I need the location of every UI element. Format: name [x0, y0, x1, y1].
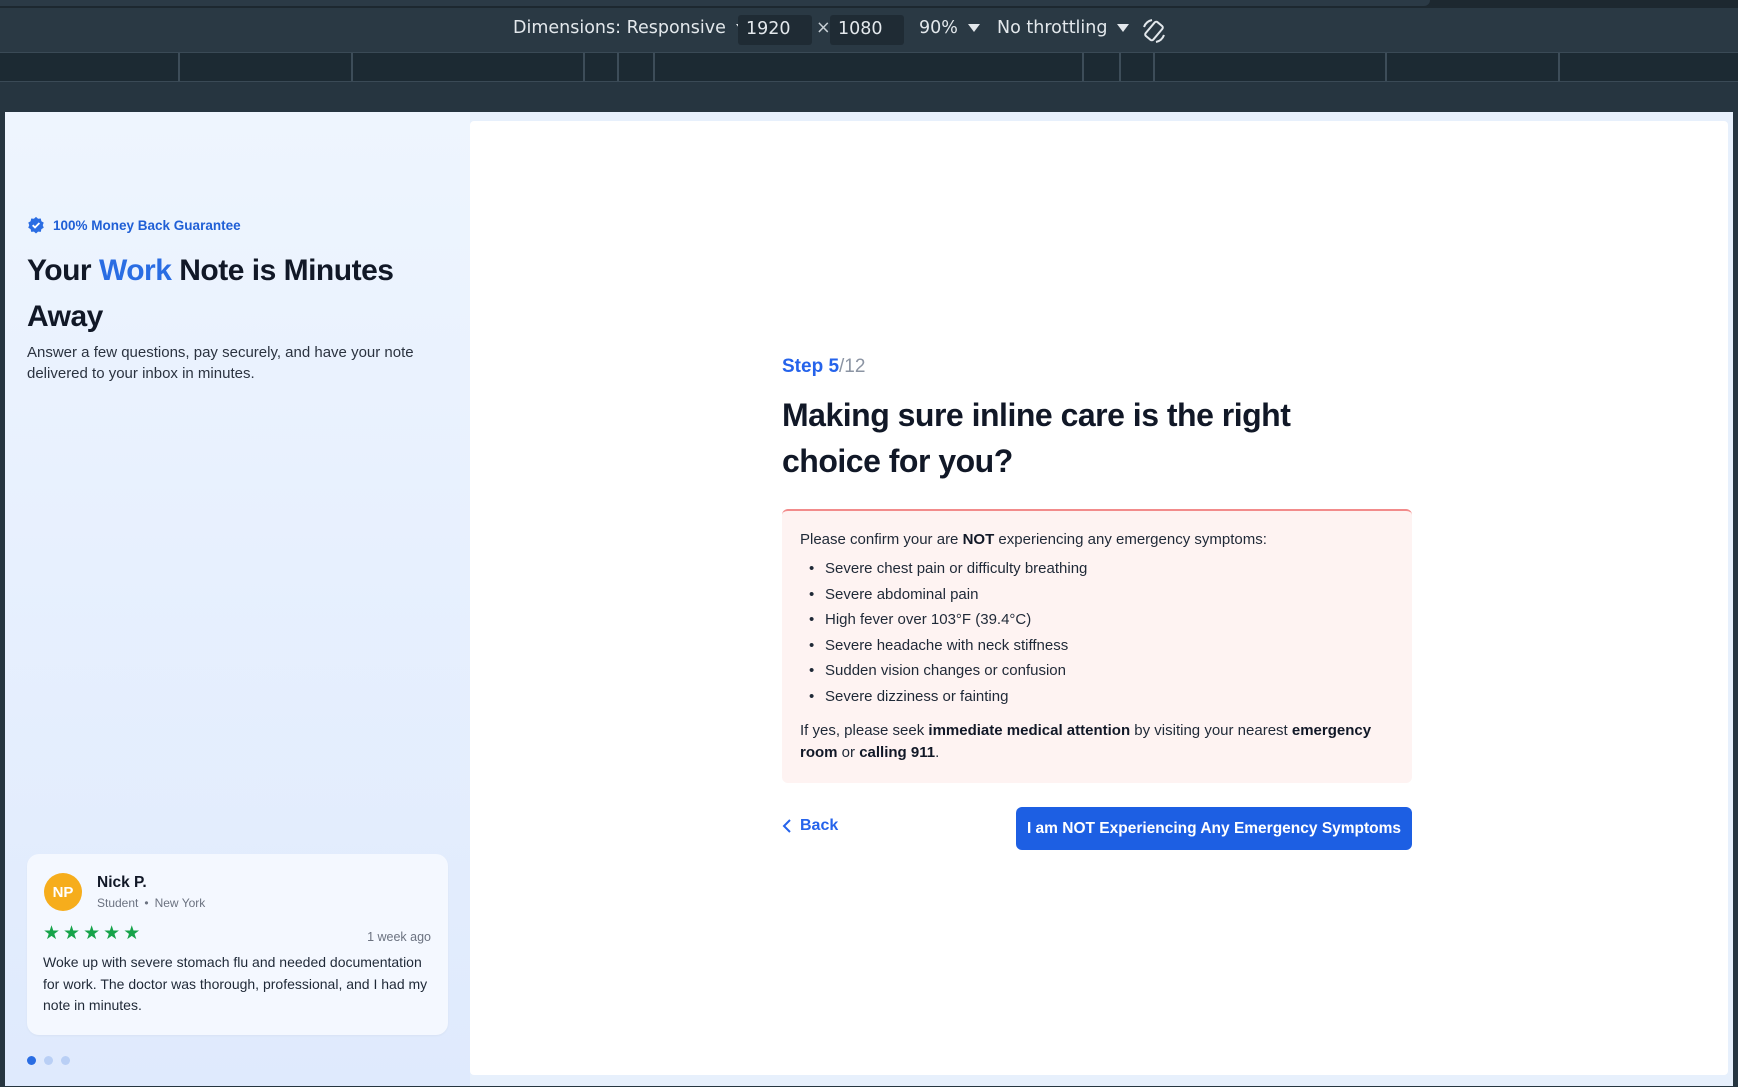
review-card: NP Nick P. Student • New York ★ ★ ★ ★ ★ 1 week…	[27, 854, 448, 1035]
step-current: 5	[828, 356, 840, 377]
verified-badge-icon	[28, 216, 44, 234]
alert-footer-bold: immediate medical attention	[928, 722, 1131, 739]
reviewer-role: Student	[97, 896, 139, 910]
alert-footer-text: or	[837, 743, 860, 761]
hero-subtitle: Answer a few questions, pay securely, an…	[27, 344, 414, 382]
symptom-item: Sudden vision changes or confusion	[800, 658, 1394, 684]
symptom-item: Severe abdominal pain	[800, 582, 1394, 608]
emergency-alert: Please confirm your are NOT experiencing…	[782, 509, 1412, 783]
reviewer-meta: Student • New York	[97, 896, 205, 910]
symptom-item: High fever over 103°F (39.4°C)	[800, 607, 1394, 633]
carousel-dot[interactable]	[27, 1056, 36, 1065]
form-panel: Step 5/12 Making sure inline care is the…	[470, 121, 1728, 1075]
star-icon: ★	[123, 923, 141, 944]
alert-intro-text: Please confirm your are	[800, 531, 963, 548]
step-indicator: Step 5/12	[782, 356, 1412, 378]
dimensions-label: Dimensions: Responsive	[513, 18, 726, 38]
symptom-item: Severe dizziness or fainting	[800, 684, 1394, 710]
guarantee-badge: 100% Money Back Guarantee	[27, 216, 241, 234]
step-actions: Back I am NOT Experiencing Any Emergency…	[782, 807, 1412, 851]
symptom-item: Severe headache with neck stiffness	[800, 633, 1394, 659]
avatar: NP	[44, 873, 82, 911]
hero-title-part1: Your	[27, 254, 99, 287]
throttling-label: No throttling	[997, 18, 1108, 38]
review-text: Woke up with severe stomach flu and need…	[43, 954, 428, 1013]
dimensions-dropdown[interactable]: Dimensions: Responsive	[513, 18, 748, 38]
zoom-label: 90%	[919, 18, 958, 38]
alert-intro-text-end: experiencing any emergency symptoms:	[994, 531, 1267, 548]
browser-top-strip	[0, 0, 1738, 8]
hero-title: Your Work Note is Minutes Away	[27, 248, 427, 340]
page-viewport: 100% Money Back Guarantee Your Work Note…	[5, 112, 1733, 1086]
alert-footer: If yes, please seek immediate medical at…	[800, 720, 1390, 763]
star-icon: ★	[83, 923, 101, 944]
devtools-gap	[0, 82, 1738, 112]
symptom-item: Severe chest pain or difficulty breathin…	[800, 556, 1394, 582]
alert-intro-bold: NOT	[962, 531, 995, 548]
alert-footer-text: .	[935, 743, 940, 761]
width-input[interactable]: 1920	[738, 15, 812, 45]
chevron-left-icon	[782, 819, 791, 833]
step-total: /12	[839, 356, 866, 377]
rotate-icon[interactable]	[1140, 17, 1168, 45]
throttling-dropdown[interactable]: No throttling	[997, 18, 1130, 38]
review-time: 1 week ago	[367, 930, 431, 944]
left-panel: 100% Money Back Guarantee Your Work Note…	[5, 112, 470, 1086]
zoom-dropdown[interactable]: 90%	[919, 18, 980, 38]
star-icon: ★	[43, 923, 61, 944]
alert-footer-bold: calling 911	[859, 743, 936, 761]
back-button[interactable]: Back	[782, 817, 838, 835]
star-icon: ★	[63, 923, 81, 944]
alert-footer-text: by visiting your nearest	[1130, 722, 1292, 739]
meta-separator: •	[144, 896, 149, 910]
star-rating: ★ ★ ★ ★ ★	[43, 924, 140, 944]
media-query-ruler[interactable]	[0, 52, 1738, 82]
guarantee-text: 100% Money Back Guarantee	[53, 217, 241, 233]
symptom-list: Severe chest pain or difficulty breathin…	[800, 556, 1394, 709]
question-title: Making sure inline care is the right cho…	[782, 397, 1291, 479]
chevron-down-icon	[1117, 24, 1130, 32]
times-symbol: ×	[816, 18, 831, 38]
alert-footer-text: If yes, please seek	[800, 722, 929, 739]
reviewer-location: New York	[154, 896, 206, 910]
step-label: Step	[782, 356, 829, 377]
chevron-down-icon	[967, 24, 980, 32]
carousel-dot[interactable]	[61, 1056, 70, 1065]
confirm-no-emergency-button[interactable]: I am NOT Experiencing Any Emergency Symp…	[1016, 807, 1412, 850]
alert-intro: Please confirm your are NOT experiencing…	[800, 531, 1394, 548]
hero-title-accent: Work	[98, 254, 172, 287]
star-icon: ★	[103, 923, 121, 944]
carousel-dot[interactable]	[44, 1056, 53, 1065]
height-input[interactable]: 1080	[830, 15, 904, 45]
reviewer-name: Nick P.	[97, 874, 147, 891]
back-label: Back	[800, 817, 839, 834]
browser-tab-strip	[0, 0, 1430, 6]
carousel-dots	[27, 1056, 70, 1065]
step-content: Step 5/12 Making sure inline care is the…	[782, 356, 1412, 850]
devtools-device-toolbar: Dimensions: Responsive 1920 × 1080 90% N…	[0, 8, 1738, 52]
